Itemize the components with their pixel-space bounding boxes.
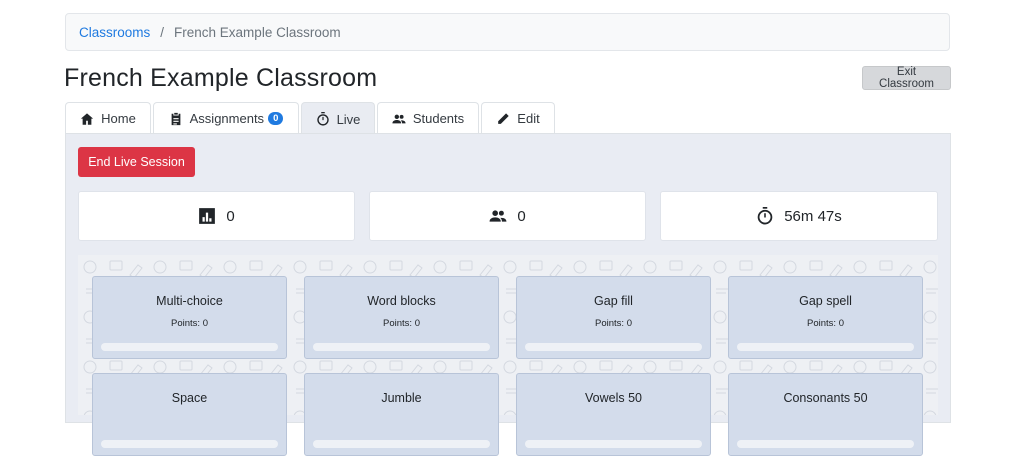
tab-students-label: Students: [412, 111, 465, 126]
activity-progress-bar: [101, 440, 278, 448]
stopwatch-icon: [316, 112, 329, 126]
tab-students[interactable]: Students: [377, 102, 479, 134]
breadcrumb-separator: /: [160, 24, 165, 40]
stat-timer: 56m 47s: [660, 191, 938, 241]
pencil-icon: [498, 112, 509, 124]
assignments-count-badge: 0: [268, 112, 284, 125]
end-live-session-button[interactable]: End Live Session: [78, 147, 195, 177]
activity-progress-bar: [313, 440, 490, 448]
tab-live[interactable]: Live: [301, 102, 375, 135]
activity-card[interactable]: Space: [92, 373, 287, 456]
tab-home-label: Home: [101, 111, 136, 126]
stat-timer-value: 56m 47s: [784, 207, 842, 225]
stat-responses: 0: [78, 191, 355, 241]
tab-edit[interactable]: Edit: [481, 102, 555, 134]
exit-classroom-button[interactable]: Exit Classroom: [862, 66, 951, 90]
breadcrumb: Classrooms / French Example Classroom: [65, 13, 950, 51]
activity-points: Points: 0: [807, 318, 844, 329]
tab-home[interactable]: Home: [65, 102, 151, 134]
activity-title: Jumble: [381, 391, 422, 405]
tab-assignments-label: Assignments: [189, 111, 265, 126]
activity-title: Consonants 50: [783, 391, 868, 405]
activity-card[interactable]: Multi-choice Points: 0: [92, 276, 287, 359]
stat-responses-value: 0: [226, 207, 235, 225]
activity-card[interactable]: Jumble: [304, 373, 499, 456]
activity-title: Word blocks: [367, 294, 436, 308]
stat-students: 0: [369, 191, 646, 241]
activity-progress-bar: [737, 440, 914, 448]
activity-progress-bar: [525, 343, 702, 351]
tab-assignments[interactable]: Assignments 0: [153, 102, 299, 134]
stat-students-value: 0: [517, 207, 526, 225]
activity-points: Points: 0: [595, 318, 632, 329]
page-title: French Example Classroom: [64, 64, 378, 92]
activity-card[interactable]: Consonants 50: [728, 373, 923, 456]
activity-title: Gap fill: [594, 294, 633, 308]
breadcrumb-current: French Example Classroom: [174, 24, 341, 40]
activity-card[interactable]: Gap spell Points: 0: [728, 276, 923, 359]
people-icon: [392, 114, 406, 123]
activity-progress-bar: [525, 440, 702, 448]
breadcrumb-classrooms-link[interactable]: Classrooms: [79, 25, 150, 40]
home-icon: [81, 112, 94, 125]
stopwatch-icon: [757, 207, 773, 225]
activity-progress-bar: [101, 343, 278, 351]
activity-card[interactable]: Gap fill Points: 0: [516, 276, 711, 359]
activity-card[interactable]: Word blocks Points: 0: [304, 276, 499, 359]
tab-live-label: Live: [336, 111, 361, 127]
activity-title: Vowels 50: [585, 391, 642, 405]
bar-chart-icon: [199, 208, 216, 224]
people-icon: [489, 210, 507, 222]
activity-progress-bar: [313, 343, 490, 351]
activity-title: Gap spell: [799, 294, 852, 308]
activity-title: Space: [171, 391, 208, 405]
activity-points: Points: 0: [383, 318, 420, 329]
activity-progress-bar: [737, 343, 914, 351]
activity-title: Multi-choice: [156, 294, 223, 308]
tab-edit-label: Edit: [517, 111, 540, 126]
activity-points: Points: 0: [171, 318, 208, 329]
clipboard-icon: [171, 112, 181, 125]
activity-card[interactable]: Vowels 50: [516, 373, 711, 456]
